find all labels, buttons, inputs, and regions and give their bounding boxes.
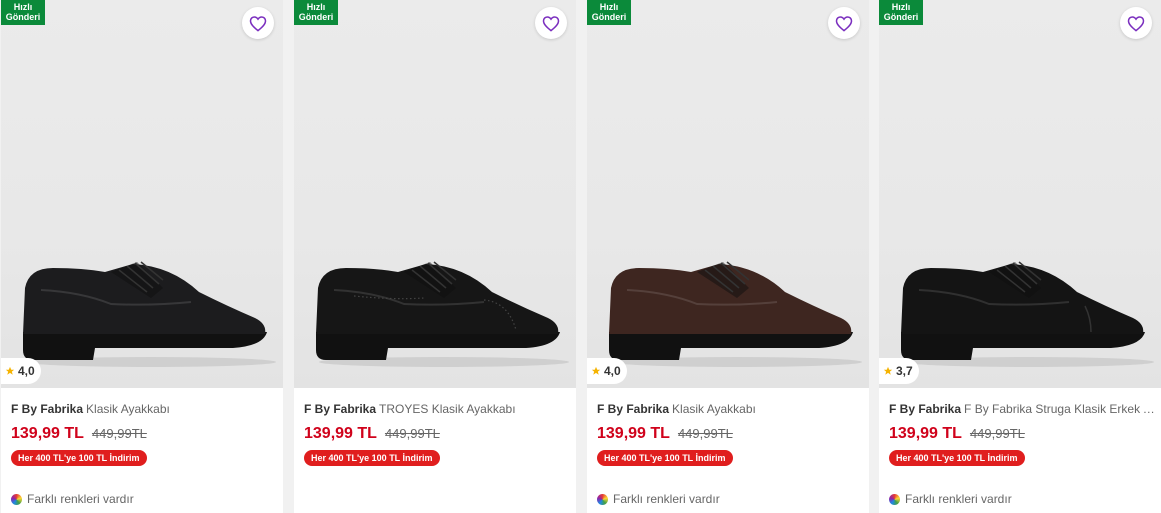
shoe-sole [316, 332, 560, 360]
product-title[interactable]: F By Fabrika Klasik Ayakkabı [597, 402, 865, 416]
product-image[interactable]: Hızlı Gönderi 4,0 [587, 0, 869, 388]
fast-delivery-label: Hızlı Gönderi [298, 2, 334, 22]
product-image[interactable]: Hızlı Gönderi 3,7 [879, 0, 1161, 388]
price-row: 139,99 TL 449,99TL [304, 425, 440, 443]
product-image[interactable]: Hızlı Gönderi [294, 0, 576, 388]
fast-delivery-label: Hızlı Gönderi [591, 2, 627, 22]
star-icon [591, 366, 601, 375]
old-price: 449,99TL [677, 426, 733, 441]
product-brand: F By Fabrika [889, 402, 962, 416]
product-name: TROYES Klasik Ayakkabı [379, 402, 516, 416]
color-wheel-icon [11, 493, 22, 505]
favorite-button[interactable] [242, 7, 274, 39]
product-card[interactable]: Hızlı Gönderi 4,0 F By Fabrika Klasik Aya… [1, 0, 283, 513]
product-brand: F By Fabrika [304, 402, 377, 416]
rating-badge: 4,0 [587, 358, 627, 384]
shoe-image [316, 261, 569, 367]
rating-value: 4,0 [604, 364, 621, 378]
product-name: Klasik Ayakkabı [672, 402, 756, 416]
old-price: 449,99TL [969, 426, 1025, 441]
shoe-sole [609, 332, 853, 360]
current-price: 139,99 TL [597, 425, 670, 442]
old-price: 449,99TL [91, 426, 147, 441]
product-title[interactable]: F By Fabrika F By Fabrika Struga Klasik E… [889, 402, 1157, 416]
color-wheel-icon [597, 493, 608, 505]
color-options-text: Farklı renkleri vardır [905, 492, 1012, 506]
price-row: 139,99 TL 449,99TL [597, 425, 733, 443]
color-wheel-icon [889, 493, 900, 505]
current-price: 139,99 TL [11, 425, 84, 442]
product-card[interactable]: Hızlı Gönderi 4,0 F By Fabrika Klasik Aya… [587, 0, 869, 513]
rating-badge: 4,0 [1, 358, 41, 384]
rating-badge: 3,7 [879, 358, 919, 384]
heart-icon [835, 15, 853, 32]
color-options-text: Farklı renkleri vardır [613, 492, 720, 506]
price-row: 139,99 TL 449,99TL [11, 425, 147, 443]
fast-delivery-badge: Hızlı Gönderi [294, 0, 338, 25]
heart-icon [542, 15, 560, 32]
color-options-text: Farklı renkleri vardır [27, 492, 134, 506]
price-row: 139,99 TL 449,99TL [889, 425, 1025, 443]
product-image[interactable]: Hızlı Gönderi 4,0 [1, 0, 283, 388]
shoe-sole [901, 332, 1145, 360]
current-price: 139,99 TL [304, 425, 377, 442]
fast-delivery-label: Hızlı Gönderi [5, 2, 41, 22]
product-brand: F By Fabrika [11, 402, 84, 416]
favorite-button[interactable] [535, 7, 567, 39]
product-card[interactable]: Hızlı Gönderi F By Fabrika TROYES Klasik … [294, 0, 576, 513]
shoe-image [23, 261, 276, 367]
promo-badge: Her 400 TL'ye 100 TL İndirim [11, 450, 147, 466]
star-icon [5, 366, 15, 375]
favorite-button[interactable] [828, 7, 860, 39]
rating-value: 3,7 [896, 364, 913, 378]
product-title[interactable]: F By Fabrika TROYES Klasik Ayakkabı [304, 402, 572, 416]
heart-icon [249, 15, 267, 32]
color-options-note: Farklı renkleri vardır [11, 492, 134, 506]
heart-icon [1127, 15, 1145, 32]
star-icon [883, 366, 893, 375]
color-options-note: Farklı renkleri vardır [597, 492, 720, 506]
product-card[interactable]: Hızlı Gönderi 3,7 F By Fabrika F By Fabri… [879, 0, 1161, 513]
favorite-button[interactable] [1120, 7, 1152, 39]
product-name: F By Fabrika Struga Klasik Erkek Ayakkab… [964, 402, 1157, 416]
product-brand: F By Fabrika [597, 402, 670, 416]
product-name: Klasik Ayakkabı [86, 402, 170, 416]
fast-delivery-label: Hızlı Gönderi [883, 2, 919, 22]
shoe-sole [23, 332, 267, 360]
fast-delivery-badge: Hızlı Gönderi [587, 0, 631, 25]
promo-badge: Her 400 TL'ye 100 TL İndirim [597, 450, 733, 466]
product-title[interactable]: F By Fabrika Klasik Ayakkabı [11, 402, 279, 416]
rating-value: 4,0 [18, 364, 35, 378]
color-options-note: Farklı renkleri vardır [889, 492, 1012, 506]
old-price: 449,99TL [384, 426, 440, 441]
fast-delivery-badge: Hızlı Gönderi [1, 0, 45, 25]
shoe-image [901, 261, 1154, 367]
current-price: 139,99 TL [889, 425, 962, 442]
fast-delivery-badge: Hızlı Gönderi [879, 0, 923, 25]
promo-badge: Her 400 TL'ye 100 TL İndirim [304, 450, 440, 466]
shoe-image [609, 261, 862, 367]
promo-badge: Her 400 TL'ye 100 TL İndirim [889, 450, 1025, 466]
